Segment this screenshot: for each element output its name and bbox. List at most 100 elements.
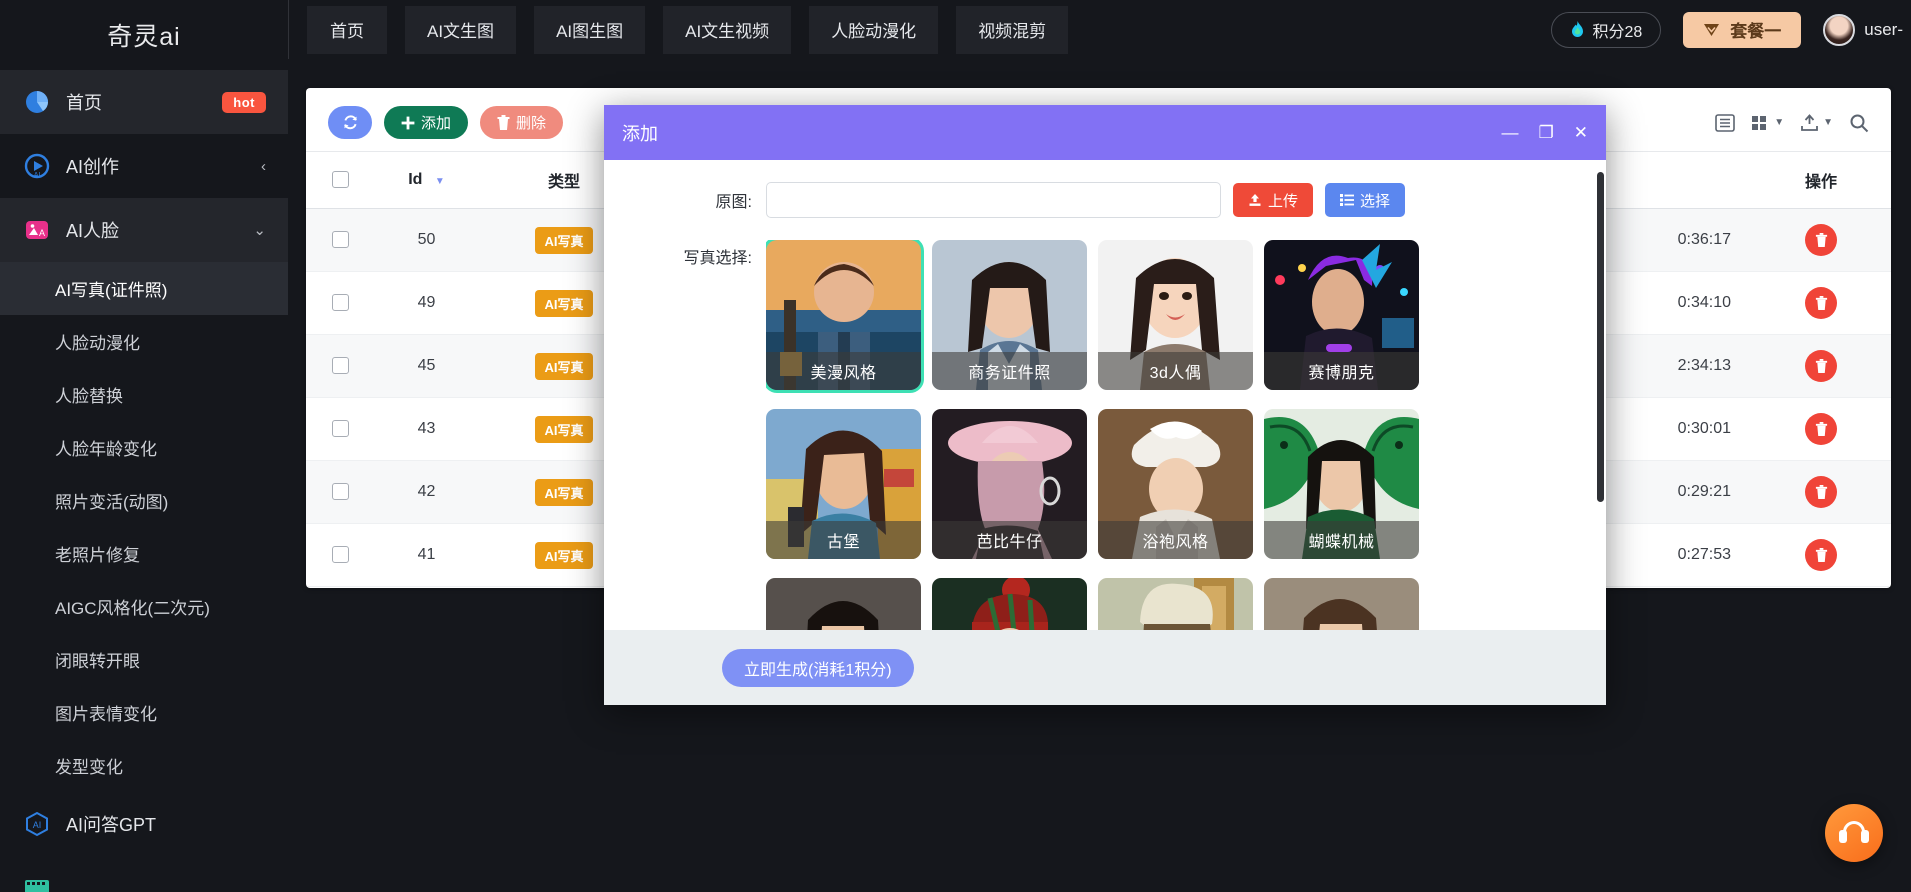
sidebar-item-partial[interactable] — [0, 856, 288, 892]
sidebar-subitem-expression-change[interactable]: 图片表情变化 — [0, 686, 288, 739]
style-card-butterfly-mech[interactable]: 蝴蝶机械 — [1264, 409, 1419, 559]
style-card-workplace-id-photo[interactable]: 职场证件照 — [766, 578, 921, 630]
grid-view-icon[interactable]: ▼ — [1751, 114, 1784, 132]
sidebar-subitem-label: AI写真(证件照) — [55, 281, 168, 300]
row-delete-button[interactable] — [1805, 476, 1837, 508]
row-delete-button[interactable] — [1805, 413, 1837, 445]
row-checkbox-cell — [306, 271, 374, 335]
style-card-label: 古堡 — [766, 521, 921, 559]
sidebar-item-home[interactable]: 首页 hot — [0, 70, 288, 134]
dialog-scrollbar[interactable] — [1597, 172, 1604, 502]
row-action-cell — [1751, 523, 1891, 587]
sidebar-subitem-face-age[interactable]: 人脸年龄变化 — [0, 421, 288, 474]
tab-text-to-image[interactable]: AI文生图 — [405, 5, 517, 54]
type-badge: AI写真 — [535, 226, 593, 254]
row-delete-button[interactable] — [1805, 287, 1837, 319]
sidebar-subitem-face-swap[interactable]: 人脸替换 — [0, 368, 288, 421]
th-select-all — [306, 151, 374, 209]
credits-button[interactable]: 积分28 — [1551, 11, 1662, 48]
top-navigation: 首页 AI文生图 AI图生图 AI文生视频 人脸动漫化 视频混剪 积分28 套餐… — [288, 0, 1911, 59]
generate-button[interactable]: 立即生成(消耗1积分) — [722, 648, 914, 687]
style-card-old-money[interactable]: old money — [1264, 578, 1419, 630]
ai-image-icon: A — [22, 215, 52, 245]
dialog-body: 原图: 上传 选择 写真选择: 美漫风格 商务证件照 3d人偶 赛博朋克 古堡 … — [604, 160, 1606, 630]
row-checkbox[interactable] — [331, 420, 349, 438]
add-button-label: 添加 — [421, 115, 452, 132]
tab-face-anime[interactable]: 人脸动漫化 — [809, 5, 939, 54]
list-view-icon[interactable] — [1715, 113, 1735, 132]
style-card-label: 芭比牛仔 — [932, 521, 1087, 559]
export-icon[interactable]: ▼ — [1800, 113, 1833, 132]
row-delete-button[interactable] — [1805, 539, 1837, 571]
row-id: 45 — [374, 334, 479, 398]
tab-text-to-video[interactable]: AI文生视频 — [663, 5, 792, 54]
style-picker-label: 写真选择: — [683, 250, 752, 267]
style-card-barbie-cowboy[interactable]: 芭比牛仔 — [932, 409, 1087, 559]
user-menu[interactable]: user- — [1823, 13, 1903, 46]
sidebar-subitem-label: 闭眼转开眼 — [55, 652, 140, 671]
row-checkbox[interactable] — [331, 483, 349, 501]
minimize-icon[interactable]: — — [1502, 124, 1519, 141]
row-delete-button[interactable] — [1805, 350, 1837, 382]
maximize-icon[interactable]: ❐ — [1539, 124, 1554, 141]
sidebar-item-ai-face[interactable]: A AI人脸 ⌄ — [0, 198, 288, 262]
tab-video-mix[interactable]: 视频混剪 — [956, 5, 1069, 54]
sidebar-subitem-face-anime[interactable]: 人脸动漫化 — [0, 315, 288, 368]
support-chat-button[interactable] — [1825, 804, 1883, 862]
row-checkbox[interactable] — [331, 231, 349, 249]
sort-desc-icon: ▼ — [434, 176, 445, 187]
style-card-bathrobe[interactable]: 浴袍风格 — [1098, 409, 1253, 559]
row-checkbox-cell — [306, 397, 374, 461]
type-badge: AI写真 — [535, 415, 593, 443]
sidebar-item-label: AI创作 — [66, 157, 120, 177]
row-id: 43 — [374, 397, 479, 461]
refresh-button[interactable] — [328, 106, 372, 139]
sidebar-subitem-hairstyle-change[interactable]: 发型变化 — [0, 739, 288, 792]
add-button[interactable]: 添加 — [384, 106, 469, 139]
type-badge: AI写真 — [535, 478, 593, 506]
sidebar-subitem-photo-animate[interactable]: 照片变活(动图) — [0, 474, 288, 527]
sidebar-item-ai-gpt[interactable]: AI AI问答GPT — [0, 792, 288, 856]
row-checkbox[interactable] — [331, 357, 349, 375]
sidebar-subitem-label: 发型变化 — [55, 758, 123, 777]
row-action-cell — [1751, 334, 1891, 398]
svg-text:AI: AI — [34, 172, 41, 179]
chevron-down-icon: ▼ — [1774, 117, 1785, 128]
style-grid-scroll[interactable]: 美漫风格 商务证件照 3d人偶 赛博朋克 古堡 芭比牛仔 浴袍风格 蝴蝶机械 — [766, 240, 1456, 630]
sidebar-item-ai-creation[interactable]: AI AI创作 ‹ — [0, 134, 288, 198]
tab-home[interactable]: 首页 — [307, 5, 387, 54]
style-thumbnail — [766, 578, 921, 630]
sidebar-item-label: AI问答GPT — [66, 815, 157, 835]
sidebar-subitem-open-eyes[interactable]: 闭眼转开眼 — [0, 633, 288, 686]
close-icon[interactable]: ✕ — [1574, 124, 1588, 141]
row-id: 41 — [374, 523, 479, 587]
sidebar-subitem-old-photo-restore[interactable]: 老照片修复 — [0, 527, 288, 580]
sidebar-subitem-aigc-style[interactable]: AIGC风格化(二次元) — [0, 580, 288, 633]
style-card-cyberpunk[interactable]: 赛博朋克 — [1264, 240, 1419, 390]
style-card-business-id-photo[interactable]: 商务证件照 — [932, 240, 1087, 390]
row-checkbox[interactable] — [331, 294, 349, 312]
style-card-american-comic[interactable]: 美漫风格 — [766, 240, 924, 393]
select-button[interactable]: 选择 — [1325, 183, 1406, 217]
row-delete-button[interactable] — [1805, 224, 1837, 256]
row-id: 42 — [374, 460, 479, 524]
search-icon[interactable] — [1849, 113, 1869, 133]
sidebar-subitem-label: 人脸年龄变化 — [55, 440, 157, 459]
tab-image-to-image[interactable]: AI图生图 — [534, 5, 646, 54]
style-card-american-pastry-chef[interactable]: 美式甜点师 — [1098, 578, 1253, 630]
select-all-checkbox[interactable] — [331, 171, 349, 189]
delete-button[interactable]: 删除 — [480, 106, 564, 139]
th-action-label: 操作 — [1804, 174, 1837, 191]
original-image-input[interactable] — [766, 182, 1221, 218]
style-card-3d-doll[interactable]: 3d人偶 — [1098, 240, 1253, 390]
sidebar-subitem-label: 照片变活(动图) — [55, 493, 169, 512]
upload-button[interactable]: 上传 — [1233, 183, 1314, 217]
sidebar-subitem-ai-portrait[interactable]: AI写真(证件照) — [0, 262, 288, 315]
th-id[interactable]: Id ▼ — [374, 151, 479, 209]
plan-button[interactable]: 套餐一 — [1683, 11, 1802, 48]
app-root: 奇灵ai 首页 hot AI AI创作 ‹ A AI人脸 ⌄ AI写真(证件照)… — [0, 0, 1911, 892]
style-card-christmas[interactable]: 圣诞 — [932, 578, 1087, 630]
row-checkbox[interactable] — [331, 546, 349, 564]
style-card-castle[interactable]: 古堡 — [766, 409, 921, 559]
dialog-header[interactable]: 添加 — ❐ ✕ — [604, 105, 1606, 160]
